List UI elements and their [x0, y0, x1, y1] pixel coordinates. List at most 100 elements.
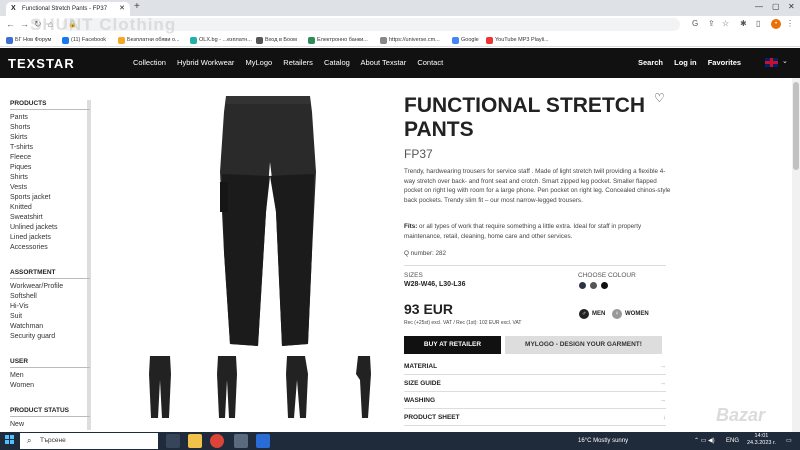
browser-tab-bar: X Functional Stretch Pants - FP37 ✕ + — … [0, 0, 800, 16]
product-thumbnail[interactable] [352, 354, 374, 420]
sidebar-item[interactable]: Workwear/Profile [10, 282, 90, 292]
close-window-icon[interactable]: ✕ [788, 2, 795, 11]
taskbar-clock[interactable]: 14:01 24.3.2023 г. [747, 433, 776, 447]
colour-swatch-black[interactable] [601, 282, 608, 289]
buy-at-retailer-button[interactable]: BUY AT RETAILER [404, 336, 501, 354]
tray-icons[interactable]: ⌃ ▭ ◀) [694, 435, 715, 447]
scrollbar-thumb[interactable] [793, 82, 799, 170]
product-thumbnail[interactable] [214, 354, 240, 420]
nav-favorites[interactable]: Favorites [708, 58, 741, 67]
accordion-material[interactable]: MATERIAL → [404, 358, 666, 375]
menu-icon[interactable]: ⋮ [786, 19, 794, 28]
sidebar-item[interactable]: Sports jacket [10, 193, 90, 203]
notifications-icon[interactable]: ▭ [786, 435, 792, 447]
accordion-washing[interactable]: WASHING → [404, 392, 666, 409]
nav-collection[interactable]: Collection [133, 58, 166, 67]
chrome-icon[interactable] [210, 434, 224, 448]
sidebar-item[interactable]: Knitted [10, 203, 90, 213]
sidebar-item[interactable]: Accessories [10, 243, 90, 253]
profile-avatar[interactable]: • [771, 19, 781, 29]
bookmark-item[interactable]: БГ Нов Форум [6, 35, 51, 45]
sidebar-item[interactable]: New [10, 420, 90, 430]
search-icon: ⌕ [27, 436, 32, 445]
sidebar-item[interactable]: Vests [10, 183, 90, 193]
bookmark-favicon-icon [452, 37, 459, 44]
nav-hybrid-workwear[interactable]: Hybrid Workwear [177, 58, 234, 67]
site-header: TEXSTAR Collection Hybrid Workwear MyLog… [0, 48, 800, 78]
task-view-icon[interactable] [166, 434, 180, 448]
sidebar-item[interactable]: Shorts [10, 123, 90, 133]
bookmark-item[interactable]: Безплатни обяви о... [118, 35, 180, 45]
sidebar-item[interactable]: Unlined jackets [10, 223, 90, 233]
taskbar-app-icon[interactable] [256, 434, 270, 448]
colour-swatch-navy[interactable] [579, 282, 586, 289]
nav-search[interactable]: Search [638, 58, 663, 67]
product-main-image[interactable] [212, 92, 324, 354]
accordion-product-sheet[interactable]: PRODUCT SHEET ↓ [404, 409, 666, 426]
bookmark-item[interactable]: OLX.bg - ...езплатн... [190, 35, 252, 45]
heart-icon[interactable]: ♡ [654, 91, 665, 105]
sidebar-item[interactable]: Pants [10, 113, 90, 123]
taskbar-search[interactable]: ⌕ Търсене [20, 433, 158, 449]
bookmark-item[interactable]: Електронно банки... [308, 35, 368, 45]
product-description: Trendy, hardwearing trousers for service… [404, 168, 671, 204]
nav-mylogo[interactable]: MyLogo [246, 58, 273, 67]
sidebar-item[interactable]: Skirts [10, 133, 90, 143]
product-thumbnail[interactable] [146, 354, 174, 420]
chevron-down-icon[interactable]: ⌄ [782, 57, 788, 65]
nav-contact[interactable]: Contact [417, 58, 443, 67]
sidebar-heading-assortment: ASSORTMENT [10, 269, 90, 279]
sidepanel-icon[interactable]: ▯ [756, 19, 760, 28]
google-icon[interactable]: G [692, 19, 698, 28]
texstar-logo[interactable]: TEXSTAR [8, 56, 75, 71]
share-icon[interactable]: ⇪ [708, 19, 715, 28]
nav-login[interactable]: Log in [674, 58, 697, 67]
nav-catalog[interactable]: Catalog [324, 58, 350, 67]
minimize-icon[interactable]: — [755, 2, 763, 11]
browser-tab[interactable]: X Functional Stretch Pants - FP37 ✕ [6, 2, 130, 16]
bookmark-item[interactable]: https://universe.cm... [380, 35, 440, 45]
sidebar-item[interactable]: T-shirts [10, 143, 90, 153]
maximize-icon[interactable]: ▢ [772, 2, 780, 11]
forward-icon[interactable]: → [20, 19, 29, 29]
star-icon[interactable]: ☆ [722, 19, 729, 28]
gender-women[interactable]: ♀ WOMEN [612, 309, 649, 319]
close-tab-icon[interactable]: ✕ [119, 2, 125, 16]
file-explorer-icon[interactable] [188, 434, 202, 448]
sidebar-item[interactable]: Men [10, 371, 90, 381]
mylogo-button[interactable]: MYLOGO - DESIGN YOUR GARMENT! [505, 336, 662, 354]
texstar-favicon-icon: X [11, 5, 16, 12]
arrow-right-icon: → [659, 363, 667, 370]
extensions-icon[interactable]: ✱ [740, 19, 747, 28]
language-indicator[interactable]: ENG [726, 435, 739, 447]
sidebar-item[interactable]: Sweatshirt [10, 213, 90, 223]
sidebar-item[interactable]: Fleece [10, 153, 90, 163]
nav-about[interactable]: About Texstar [361, 58, 407, 67]
nav-retailers[interactable]: Retailers [283, 58, 313, 67]
colour-swatch-grey[interactable] [590, 282, 597, 289]
bookmark-favicon-icon [308, 37, 315, 44]
bookmark-item[interactable]: YouTube MP3 Playli... [486, 35, 549, 45]
taskbar-app-icon[interactable] [234, 434, 248, 448]
product-thumbnail[interactable] [284, 354, 310, 420]
accordion-size-guide[interactable]: SIZE GUIDE → [404, 375, 666, 392]
sidebar-item[interactable]: Hi-Vis [10, 302, 90, 312]
back-icon[interactable]: ← [6, 19, 15, 29]
uk-flag-icon[interactable] [765, 58, 778, 67]
sidebar-item[interactable]: Watchman [10, 322, 90, 332]
sidebar-item[interactable]: Shirts [10, 173, 90, 183]
weather-widget[interactable]: 16°C Mostly sunny [578, 435, 628, 447]
bookmark-item[interactable]: Вход в Боом [256, 35, 297, 45]
sidebar-item[interactable]: Lined jackets [10, 233, 90, 243]
windows-start-icon[interactable] [5, 435, 15, 445]
bazar-watermark: Bazar [716, 405, 766, 425]
sidebar-item[interactable]: Piques [10, 163, 90, 173]
bookmark-item[interactable]: Google [452, 35, 479, 45]
sidebar-item[interactable]: Security guard [10, 332, 90, 342]
new-tab-icon[interactable]: + [134, 1, 140, 12]
bookmark-item[interactable]: (11) Facebook [62, 35, 106, 45]
sidebar-item[interactable]: Softshell [10, 292, 90, 302]
sidebar-item[interactable]: Suit [10, 312, 90, 322]
sidebar-item[interactable]: Women [10, 381, 90, 391]
gender-men[interactable]: ♂ MEN [579, 309, 605, 319]
